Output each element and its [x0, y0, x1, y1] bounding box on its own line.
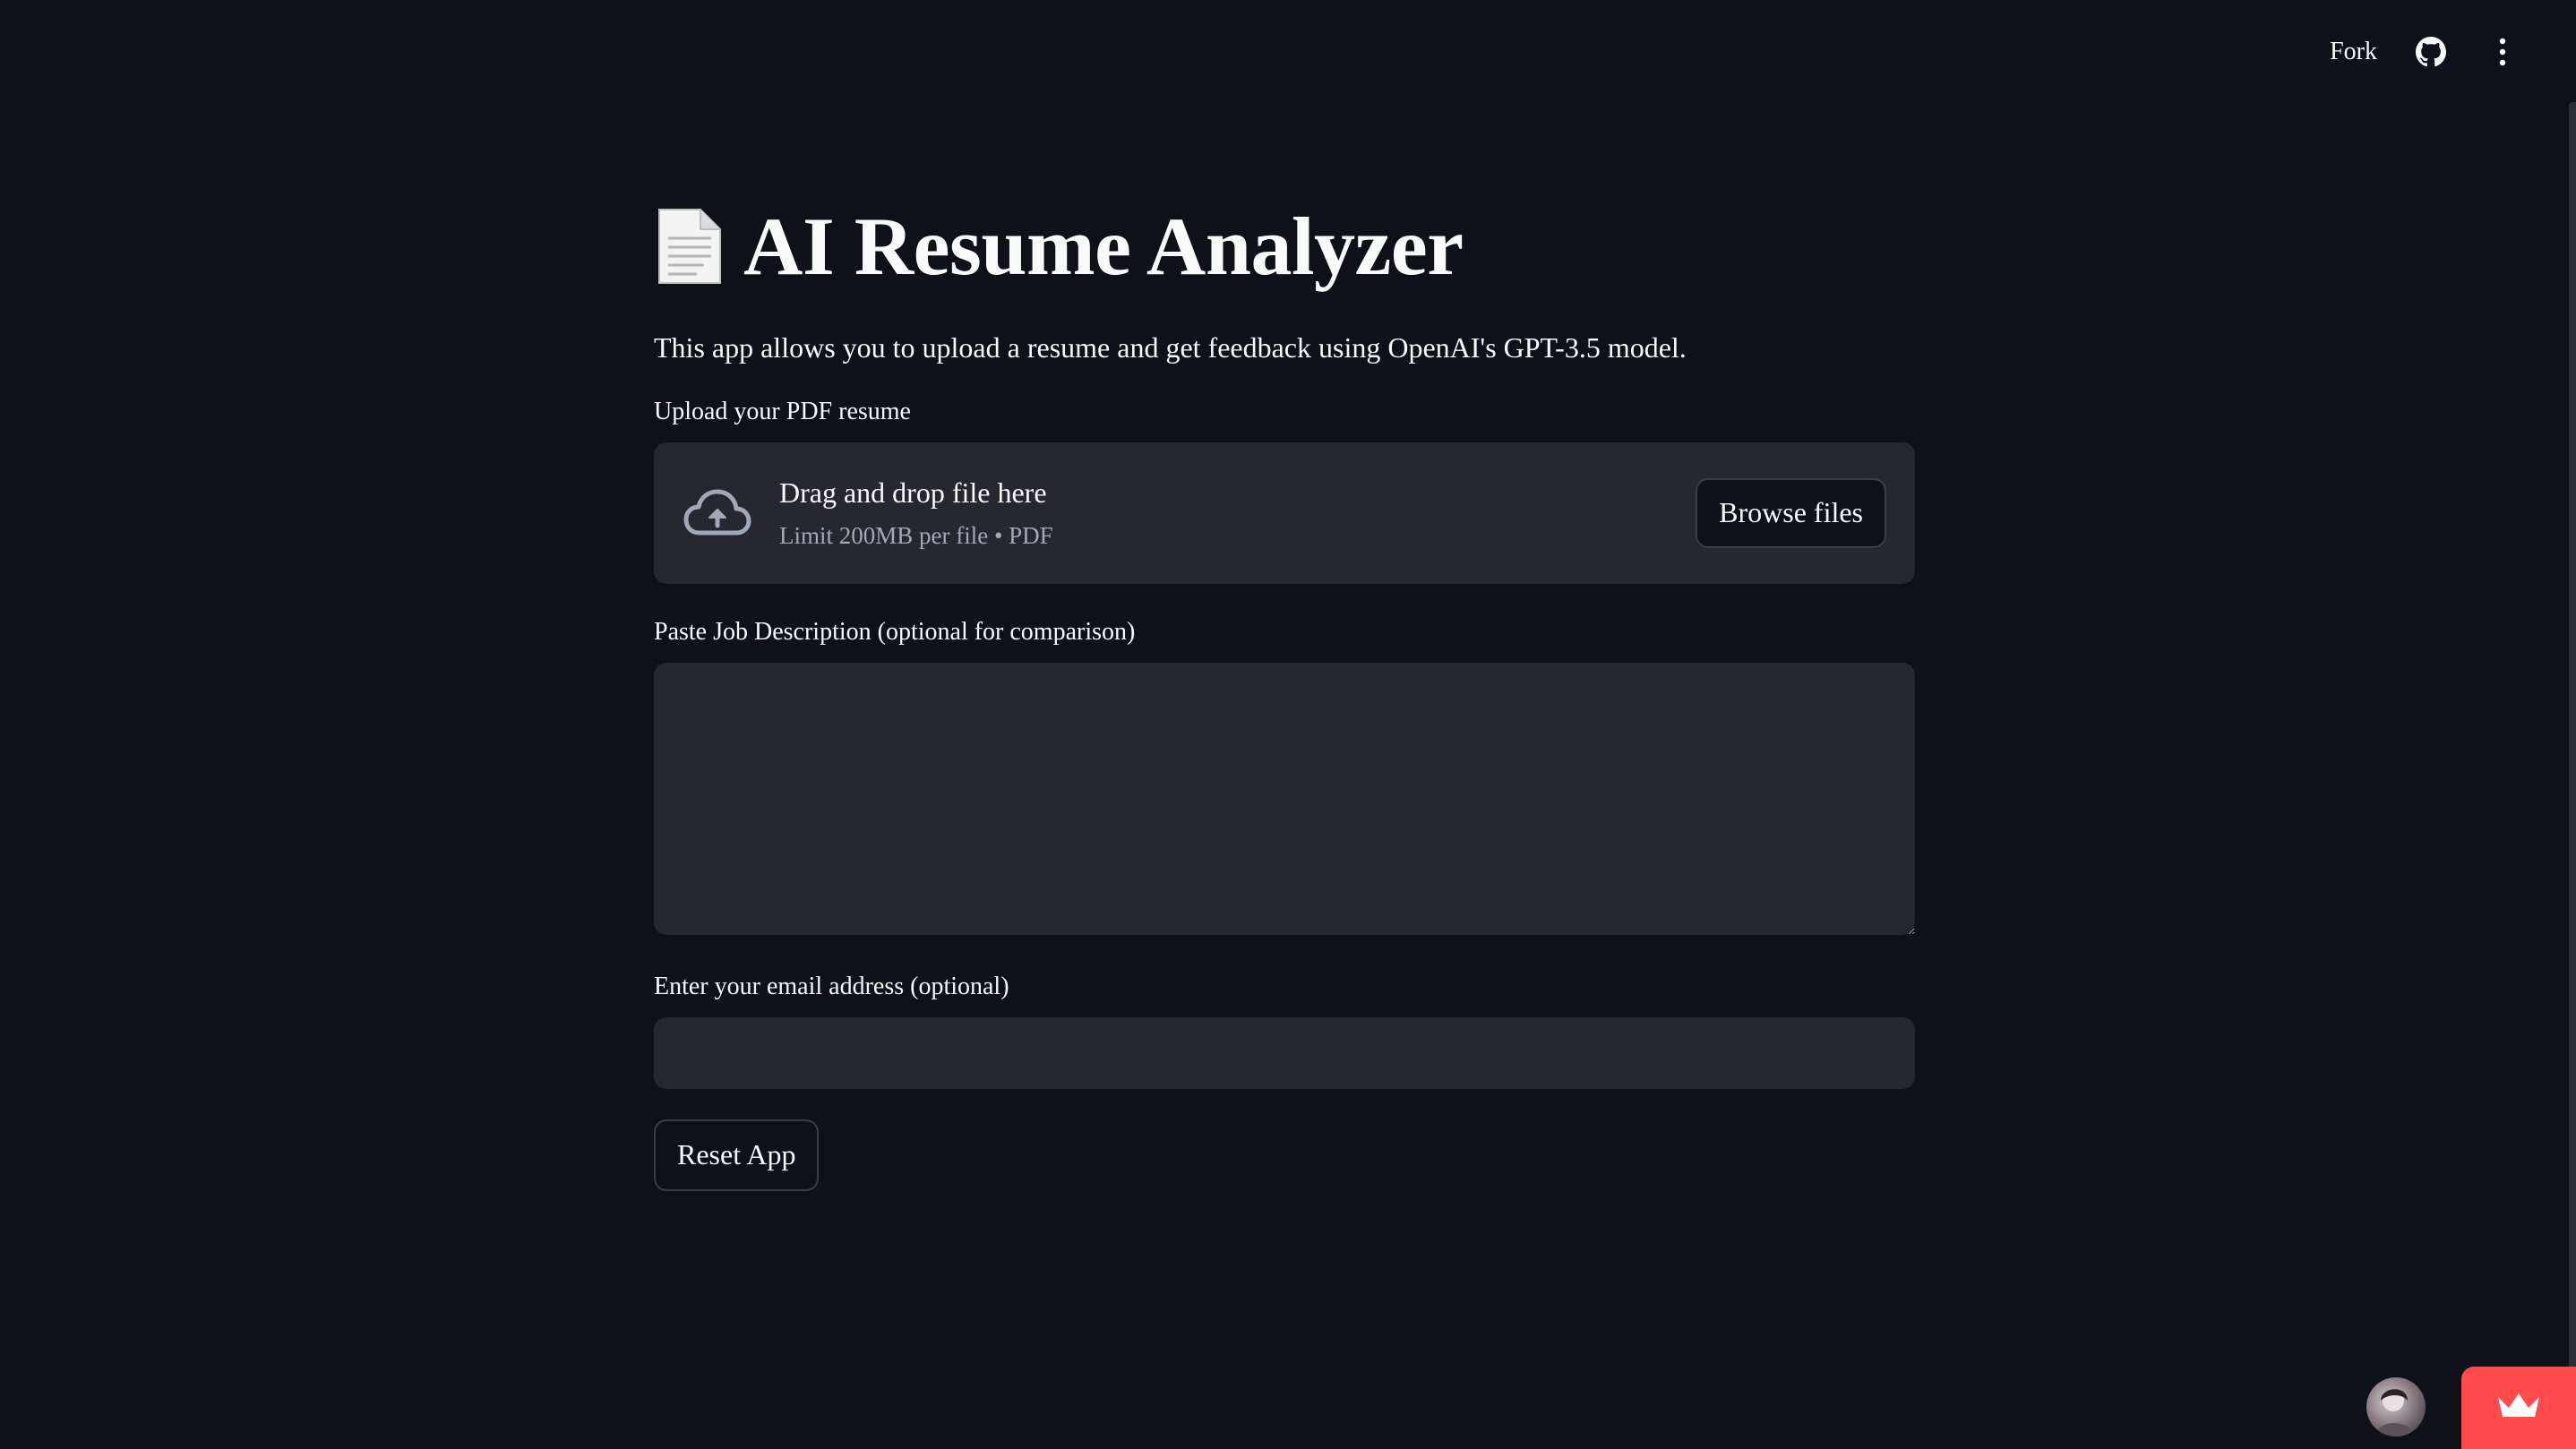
- scrollbar[interactable]: [2569, 102, 2576, 1449]
- user-avatar[interactable]: [2366, 1377, 2426, 1436]
- kebab-menu-icon[interactable]: [2485, 34, 2520, 70]
- dropzone-text: Drag and drop file here Limit 200MB per …: [779, 476, 1053, 550]
- top-toolbar: Fork: [2330, 34, 2520, 70]
- fork-link[interactable]: Fork: [2330, 38, 2377, 66]
- job-description-label: Paste Job Description (optional for comp…: [654, 617, 1136, 646]
- app-page: Fork AI Resume Analyzer This app allows …: [0, 0, 2576, 1449]
- title-text: AI Resume Analyzer: [743, 201, 1464, 292]
- main-content: AI Resume Analyzer This app allows you t…: [654, 197, 1915, 1191]
- upload-limit-text: Limit 200MB per file • PDF: [779, 521, 1053, 549]
- page-document-icon: [654, 206, 724, 287]
- upload-label: Upload your PDF resume: [654, 397, 911, 425]
- page-title: AI Resume Analyzer: [654, 197, 1915, 296]
- crown-badge-button[interactable]: [2461, 1367, 2576, 1449]
- reset-app-button[interactable]: Reset App: [654, 1119, 820, 1191]
- intro-text: This app allows you to upload a resume a…: [654, 331, 1687, 364]
- drop-instruction: Drag and drop file here: [779, 476, 1047, 509]
- cloud-upload-icon: [683, 486, 752, 540]
- email-input[interactable]: [654, 1016, 1915, 1089]
- email-label: Enter your email address (optional): [654, 972, 1009, 1000]
- crown-icon: [2495, 1390, 2542, 1427]
- browse-files-button[interactable]: Browse files: [1696, 477, 1886, 548]
- github-icon[interactable]: [2413, 34, 2449, 70]
- file-uploader-dropzone[interactable]: Drag and drop file here Limit 200MB per …: [654, 442, 1915, 584]
- job-description-textarea[interactable]: [654, 662, 1915, 935]
